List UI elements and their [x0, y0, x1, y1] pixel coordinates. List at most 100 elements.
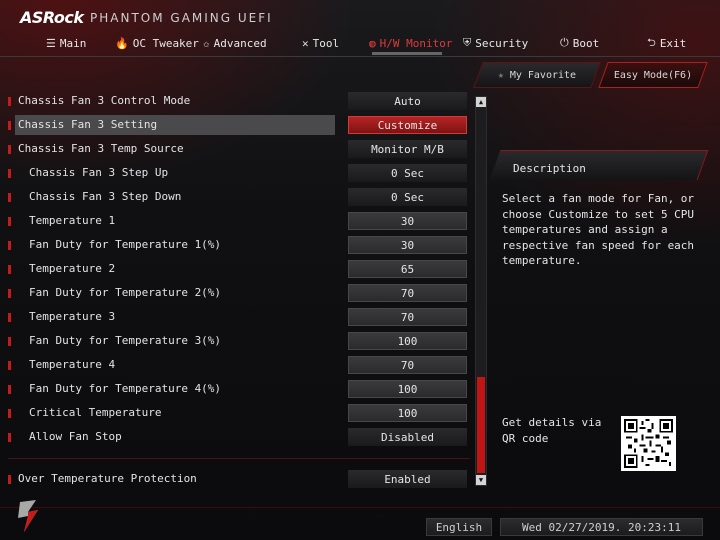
setting-row[interactable]: Chassis Fan 3 Step Down 0 Sec [8, 187, 474, 207]
tab-h-w-monitor[interactable]: ◍ H/W Monitor [369, 33, 452, 53]
brand-logo: ASRock [20, 8, 84, 27]
setting-label: Chassis Fan 3 Step Down [29, 190, 182, 203]
row-marker [8, 193, 11, 202]
row-marker [8, 475, 11, 484]
setting-label: Temperature 2 [29, 262, 116, 275]
setting-row[interactable]: Allow Fan Stop Disabled [8, 427, 474, 447]
setting-value[interactable]: 70 [348, 284, 467, 302]
tool-icon: ✕ [302, 36, 309, 50]
header: ASRock PHANTOM GAMING UEFI ☰ Main 🔥 OC Twea… [0, 0, 720, 58]
setting-row[interactable]: Temperature 1 30 [8, 211, 474, 231]
language-button[interactable]: English [426, 518, 492, 536]
setting-row[interactable]: Chassis Fan 3 Step Up 0 Sec [8, 163, 474, 183]
row-marker [8, 121, 11, 130]
setting-row[interactable]: Fan Duty for Temperature 2(%) 70 [8, 283, 474, 303]
star-icon: ✩ [203, 36, 210, 50]
setting-value[interactable]: Monitor M/B [348, 140, 467, 158]
setting-value[interactable]: 70 [348, 356, 467, 374]
tab-advanced[interactable]: ✩ Advanced [203, 33, 267, 53]
star-icon: ★ [497, 69, 504, 81]
setting-value[interactable]: Disabled [348, 428, 467, 446]
tab-tool[interactable]: ✕ Tool [302, 33, 339, 53]
active-tab-indicator [372, 52, 442, 55]
tab-label: Security [475, 36, 529, 50]
row-marker [8, 361, 11, 370]
setting-value[interactable]: 100 [348, 404, 467, 422]
row-marker [8, 433, 11, 442]
tab-label: OC Tweaker [132, 36, 199, 50]
power-icon: ⏻ [560, 36, 569, 49]
setting-label: Chassis Fan 3 Control Mode [18, 94, 191, 107]
row-marker [8, 241, 11, 250]
phantom-gaming-logo-icon [14, 498, 44, 534]
list-divider [8, 458, 470, 459]
setting-value[interactable]: 0 Sec [348, 188, 467, 206]
main-nav: ☰ Main 🔥 OC Tweaker ✩ Advanced ✕ Tool ◍ H/W Monit… [0, 33, 720, 53]
setting-label: Allow Fan Stop [29, 430, 122, 443]
scroll-down-arrow-icon[interactable]: ▼ [476, 475, 486, 485]
tab-oc-tweaker[interactable]: 🔥 OC Tweaker [115, 33, 199, 53]
tab-label: Boot [572, 36, 600, 50]
tab-label: Tool [312, 36, 340, 50]
setting-row[interactable]: Critical Temperature 100 [8, 403, 474, 423]
setting-label: Chassis Fan 3 Setting [18, 118, 158, 131]
setting-value[interactable]: 0 Sec [348, 164, 467, 182]
row-marker [8, 409, 11, 418]
setting-value[interactable]: Auto [348, 92, 467, 110]
setting-label: Fan Duty for Temperature 4(%) [29, 382, 222, 395]
tab-main[interactable]: ☰ Main [46, 33, 86, 53]
scrollbar-thumb[interactable] [477, 377, 485, 473]
setting-value[interactable]: Enabled [348, 470, 467, 488]
monitor-icon: ◍ [369, 36, 376, 50]
setting-label: Fan Duty for Temperature 1(%) [29, 238, 222, 251]
setting-row[interactable]: Fan Duty for Temperature 1(%) 30 [8, 235, 474, 255]
setting-value[interactable]: 100 [348, 380, 467, 398]
setting-row[interactable]: Temperature 2 65 [8, 259, 474, 279]
tab-label: Main [59, 36, 87, 50]
easy-mode-label: Easy Mode(F6) [613, 69, 693, 81]
row-marker [8, 385, 11, 394]
qr-caption: Get details via QR code [502, 416, 602, 445]
setting-row[interactable]: Chassis Fan 3 Control Mode Auto [8, 91, 474, 111]
list-icon: ☰ [46, 36, 56, 50]
setting-label: Over Temperature Protection [18, 472, 197, 485]
setting-row[interactable]: Chassis Fan 3 Setting Customize [8, 115, 474, 135]
setting-row[interactable]: Fan Duty for Temperature 3(%) 100 [8, 331, 474, 351]
tab-boot[interactable]: ⏻ Boot [560, 33, 599, 53]
setting-row[interactable]: Chassis Fan 3 Temp Source Monitor M/B [8, 139, 474, 159]
setting-label: Temperature 1 [29, 214, 116, 227]
setting-value[interactable]: Customize [348, 116, 467, 134]
tab-label: Advanced [213, 36, 267, 50]
setting-value[interactable]: 100 [348, 332, 467, 350]
setting-row[interactable]: Temperature 4 70 [8, 355, 474, 375]
my-favorite-button[interactable]: ★ My Favorite [473, 62, 601, 88]
settings-list: Chassis Fan 3 Control Mode Auto Chassis Fa… [0, 90, 472, 490]
tab-label: Exit [659, 36, 687, 50]
row-marker [8, 217, 11, 226]
row-marker [8, 169, 11, 178]
tab-security[interactable]: ⛨ Security [463, 33, 528, 53]
setting-value[interactable]: 30 [348, 212, 467, 230]
header-divider [0, 56, 720, 57]
datetime-display: Wed 02/27/2019. 20:23:11 [500, 518, 703, 536]
setting-row[interactable]: Over Temperature Protection Enabled [8, 469, 474, 489]
setting-label: Critical Temperature [29, 406, 162, 419]
setting-value[interactable]: 65 [348, 260, 467, 278]
shield-icon: ⛨ [463, 36, 472, 49]
app-subtitle: PHANTOM GAMING UEFI [90, 11, 273, 25]
row-marker [8, 313, 11, 322]
setting-label: Chassis Fan 3 Step Up [29, 166, 169, 179]
row-marker [8, 145, 11, 154]
tab-exit[interactable]: ⮌ Exit [647, 33, 686, 53]
scroll-up-arrow-icon[interactable]: ▲ [476, 97, 486, 107]
setting-row[interactable]: Fan Duty for Temperature 4(%) 100 [8, 379, 474, 399]
setting-row[interactable]: Temperature 3 70 [8, 307, 474, 327]
setting-label: Fan Duty for Temperature 3(%) [29, 334, 222, 347]
setting-value[interactable]: 30 [348, 236, 467, 254]
qr-code-icon [621, 416, 676, 471]
footer-divider [0, 507, 720, 508]
tab-label: H/W Monitor [379, 36, 453, 50]
description-title: Description [513, 162, 586, 175]
easy-mode-button[interactable]: Easy Mode(F6) [598, 62, 708, 88]
setting-value[interactable]: 70 [348, 308, 467, 326]
